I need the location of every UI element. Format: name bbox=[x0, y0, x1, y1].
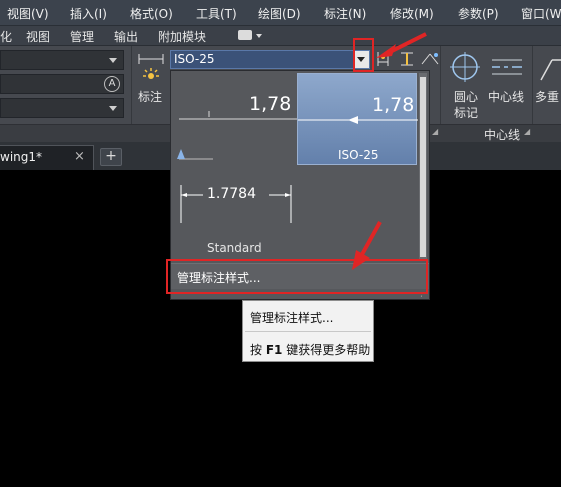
tab-truncated[interactable]: 化 bbox=[0, 28, 12, 45]
multileader-label[interactable]: 多重 bbox=[535, 88, 559, 105]
panel-divider bbox=[440, 46, 441, 124]
center-mark-label-2[interactable]: 标记 bbox=[454, 104, 478, 121]
new-tab-button[interactable]: + bbox=[100, 148, 122, 166]
menu-format[interactable]: 格式(O) bbox=[130, 5, 173, 22]
annotation-scale-icon[interactable]: A bbox=[104, 76, 120, 92]
centerline-label[interactable]: 中心线 bbox=[488, 88, 524, 105]
ctx-help[interactable]: 按 F1 键获得更多帮助 bbox=[250, 341, 370, 358]
menu-insert[interactable]: 插入(I) bbox=[70, 5, 107, 22]
center-mark-icon[interactable] bbox=[450, 52, 480, 82]
centerline-panel-title: 中心线 bbox=[484, 128, 521, 142]
drawing-tab-name: wing1* bbox=[0, 150, 43, 164]
dimension-icon[interactable] bbox=[137, 50, 165, 86]
panel-expand-icon[interactable]: ◢ bbox=[524, 127, 530, 136]
tab-panel-toggle-icon[interactable] bbox=[238, 30, 252, 40]
menu-window[interactable]: 窗口(W bbox=[521, 5, 561, 22]
dim-style-combo[interactable]: ISO-25 bbox=[170, 50, 370, 69]
dimension-button-label[interactable]: 标注 bbox=[138, 88, 162, 105]
tab-output[interactable]: 输出 bbox=[114, 28, 138, 45]
center-mark-label-1[interactable]: 圆心 bbox=[454, 88, 478, 105]
drawing-tab[interactable]: wing1* × bbox=[0, 145, 94, 170]
help-suffix: 键获得更多帮助 bbox=[282, 343, 371, 357]
popup-scrollbar[interactable] bbox=[419, 73, 427, 259]
popup-scrollbar-thumb[interactable] bbox=[420, 77, 426, 257]
style-name: ISO-25 bbox=[338, 148, 379, 162]
style-name: Standard bbox=[207, 241, 262, 255]
multileader-icon[interactable] bbox=[538, 54, 561, 84]
panel-divider bbox=[131, 46, 132, 124]
menu-draw[interactable]: 绘图(D) bbox=[258, 5, 301, 22]
help-prefix: 按 bbox=[250, 343, 266, 357]
dim-style-combo-value: ISO-25 bbox=[174, 52, 215, 66]
chevron-down-icon[interactable] bbox=[256, 34, 262, 38]
annotation-arrow-icon bbox=[352, 221, 382, 270]
menu-divider bbox=[245, 331, 371, 332]
style-preview-item-selected[interactable]: 1,78 ISO-25 bbox=[297, 73, 418, 165]
dim-preview-graphic bbox=[177, 111, 297, 160]
style-preview-item[interactable]: 1.7784 Standard bbox=[173, 167, 297, 259]
tab-manage[interactable]: 管理 bbox=[70, 28, 94, 45]
linetype-combo[interactable] bbox=[0, 98, 124, 118]
style-preview-item[interactable]: 1,78 bbox=[173, 73, 297, 167]
menu-bar: 视图(V) 插入(I) 格式(O) 工具(T) 绘图(D) 标注(N) 修改(M… bbox=[0, 0, 561, 26]
close-icon[interactable]: × bbox=[74, 149, 85, 164]
tab-addins[interactable]: 附加模块 bbox=[158, 28, 206, 45]
preview-value: 1.7784 bbox=[207, 186, 256, 202]
menu-tools[interactable]: 工具(T) bbox=[196, 5, 237, 22]
centerline-icon[interactable] bbox=[490, 54, 524, 80]
preview-value: 1,78 bbox=[372, 94, 415, 116]
panel-expand-icon[interactable]: ◢ bbox=[432, 127, 438, 136]
ctx-manage-styles[interactable]: 管理标注样式... bbox=[250, 309, 333, 326]
menu-view[interactable]: 视图(V) bbox=[7, 5, 49, 22]
help-key: F1 bbox=[265, 343, 283, 357]
preview-value: 1,78 bbox=[249, 93, 292, 115]
layer-combo[interactable] bbox=[0, 50, 124, 70]
menu-dimension[interactable]: 标注(N) bbox=[324, 5, 366, 22]
ribbon-tabs: 化 视图 管理 输出 附加模块 bbox=[0, 26, 561, 46]
tab-view[interactable]: 视图 bbox=[26, 28, 50, 45]
panel-divider bbox=[532, 46, 533, 124]
tooltip-menu: 管理标注样式... 按 F1 键获得更多帮助 bbox=[242, 300, 374, 362]
chevron-down-icon bbox=[109, 106, 117, 111]
chevron-down-icon bbox=[109, 58, 117, 63]
annotation-arrow-icon bbox=[376, 32, 427, 58]
highlight-box bbox=[166, 259, 428, 294]
menu-modify[interactable]: 修改(M) bbox=[390, 5, 434, 22]
menu-parametric[interactable]: 参数(P) bbox=[458, 5, 499, 22]
text-style-combo[interactable]: A bbox=[0, 74, 124, 94]
